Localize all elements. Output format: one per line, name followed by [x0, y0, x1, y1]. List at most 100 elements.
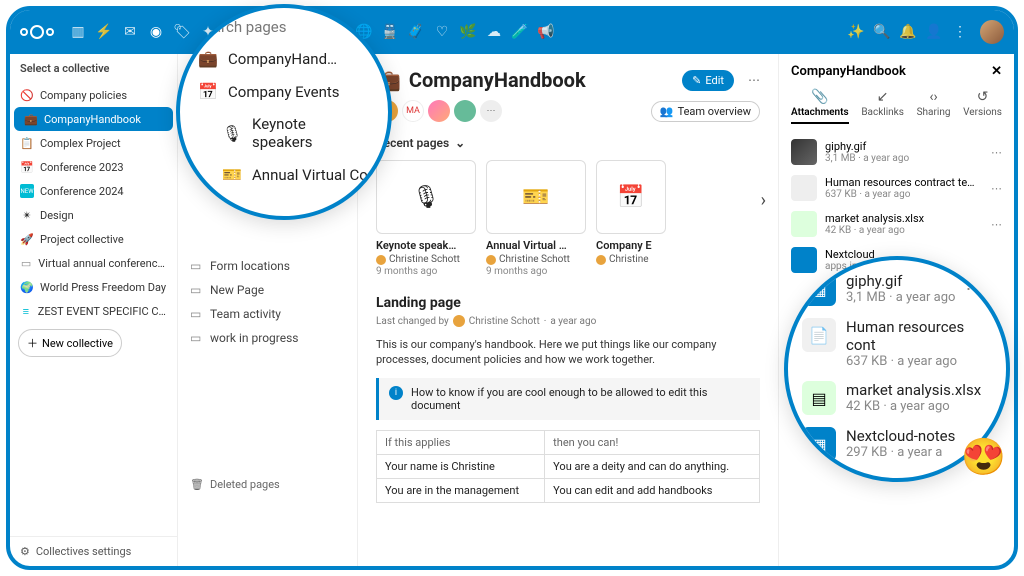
tab-backlinks[interactable]: ↙Backlinks — [861, 89, 904, 124]
landing-page-header: Landing page — [376, 295, 760, 311]
collectives-sidebar: Select a collective 🚫Company policies 💼C… — [10, 54, 178, 566]
collectives-settings[interactable]: ⚙Collectives settings — [10, 536, 177, 566]
bolt-icon[interactable]: ⚡ — [94, 22, 114, 42]
attachment-item[interactable]: ▤ market analysis.xlsx42 KB · a year ago — [788, 375, 1006, 421]
avatar-icon — [453, 315, 465, 327]
sparkle-icon: ✴ — [20, 208, 34, 222]
history-icon: ↺ — [977, 89, 989, 105]
collective-item[interactable]: NEWConference 2024 — [10, 179, 177, 203]
page-menu-icon[interactable]: ⋯ — [748, 73, 760, 87]
trash-icon: 🗑 — [190, 478, 204, 491]
collective-item-active[interactable]: 💼CompanyHandbook — [14, 107, 173, 131]
calendar-icon: 📅 — [20, 160, 34, 174]
team-icon: 👥 — [660, 105, 674, 118]
pencil-icon: ✎ — [692, 74, 701, 87]
collective-item[interactable]: 🚀Project collective — [10, 227, 177, 251]
paperclip-icon: 📎 — [811, 89, 828, 105]
tree-item[interactable]: 💼CompanyHand… — [180, 42, 388, 75]
collective-item[interactable]: ▭Virtual annual conference int… — [10, 251, 177, 275]
menu-icon: ≡ — [20, 304, 32, 318]
ticket-icon: 🎫 — [522, 185, 549, 210]
more-avatars-icon[interactable]: ⋯ — [480, 100, 502, 122]
avatar[interactable] — [454, 100, 476, 122]
panel-title: CompanyHandbook — [791, 64, 906, 79]
collective-item[interactable]: 📋Complex Project — [10, 131, 177, 155]
avatar[interactable]: MA — [402, 100, 424, 122]
collective-item[interactable]: ≡ZEST EVENT SPECIFIC COLLE… — [10, 299, 177, 323]
new-collective-button[interactable]: ＋New collective — [18, 329, 122, 357]
tree-item[interactable]: 🎙Keynote speakers — [180, 108, 388, 158]
more-icon[interactable]: ⋯ — [991, 182, 1002, 195]
lab-icon[interactable]: 🧪 — [510, 22, 530, 42]
tab-sharing[interactable]: ‹›Sharing — [917, 89, 951, 124]
info-icon: i — [389, 386, 403, 400]
recent-page-card[interactable]: 🎫 Annual Virtual … Christine Schott 9 mo… — [486, 160, 586, 277]
bell-icon[interactable]: 🔔 — [898, 22, 918, 42]
avatar[interactable] — [428, 100, 450, 122]
tree-item[interactable]: ▭New Page — [178, 278, 357, 302]
microphone-icon: 🎙 — [412, 185, 440, 210]
user-avatar[interactable] — [980, 20, 1004, 44]
ticket-icon: 🎫 — [222, 165, 242, 184]
briefcase-icon[interactable]: 🧳 — [406, 22, 426, 42]
recent-pages-header[interactable]: Recent pages⌄ — [376, 136, 760, 150]
tab-attachments[interactable]: 📎Attachments — [791, 89, 849, 124]
magnifier-overlay: Search pages 💼CompanyHand… 📅Company Even… — [176, 4, 392, 220]
page-body-text: This is our company's handbook. Here we … — [376, 337, 760, 368]
collective-item[interactable]: ✴Design — [10, 203, 177, 227]
microphone-icon: 🎙 — [222, 124, 242, 143]
close-icon[interactable]: ✕ — [991, 64, 1002, 79]
table-row: You are in the managementYou can edit an… — [377, 478, 760, 502]
table-row: Your name is ChristineYou are a deity an… — [377, 454, 760, 478]
recent-page-card[interactable]: 📅 Company E Christine — [596, 160, 666, 277]
tree-item[interactable]: ▭Form locations — [178, 254, 357, 278]
contacts-icon[interactable]: 👤 — [924, 22, 944, 42]
collective-item[interactable]: 🌍World Press Freedom Day — [10, 275, 177, 299]
tree-item[interactable]: ▭Team activity — [178, 302, 357, 326]
table-header: then you can! — [545, 430, 760, 454]
page-title: 💼CompanyHandbook — [376, 68, 586, 92]
rocket-icon: 🚀 — [20, 232, 34, 246]
apps-icon[interactable]: ⋮ — [950, 22, 970, 42]
backlink-icon: ↙ — [877, 89, 889, 105]
clipboard-icon: 📋 — [20, 136, 34, 150]
mail-icon[interactable]: ✉ — [120, 22, 140, 42]
rules-table: If this appliesthen you can! Your name i… — [376, 430, 760, 503]
collectives-icon[interactable]: ◉ — [146, 22, 166, 42]
sparkle-icon[interactable]: ✨ — [846, 22, 866, 42]
more-icon[interactable]: ⋯ — [991, 218, 1002, 231]
collective-item[interactable]: 📅Conference 2023 — [10, 155, 177, 179]
top-bar: ▥ ⚡ ✉ ◉ 🏷 ✦ ≡ ✓ ⊞ 🔗 📍 🌐 🚆 🧳 ♡ 🌿 ☁ 🧪 📢 ✨ … — [10, 10, 1014, 54]
more-icon[interactable]: ⋯ — [991, 146, 1002, 159]
heart-icon[interactable]: ♡ — [432, 22, 452, 42]
attachment-item[interactable]: 📄 Human resources cont637 KB · a year ag… — [788, 312, 1006, 375]
new-badge-icon: NEW — [20, 184, 34, 198]
recent-page-card[interactable]: 🎙 Keynote speak… Christine Schott 9 mont… — [376, 160, 476, 277]
team-overview-button[interactable]: 👥Team overview — [651, 101, 760, 122]
briefcase-icon: 💼 — [198, 49, 218, 68]
train-icon[interactable]: 🚆 — [380, 22, 400, 42]
file-thumb-icon: 📄 — [802, 318, 836, 352]
app-logo[interactable] — [20, 25, 54, 39]
globe-icon: 🌍 — [20, 280, 34, 294]
tags-icon[interactable]: 🏷 — [172, 22, 192, 42]
edit-button[interactable]: ✎Edit — [682, 70, 734, 91]
tree-item[interactable]: ▭work in progress — [178, 326, 357, 350]
page-icon: ▭ — [190, 283, 204, 297]
chevron-right-icon[interactable]: › — [761, 190, 766, 211]
attachment-item[interactable]: giphy.gif3,1 MB · a year ago ⋯ — [791, 134, 1002, 170]
collective-item[interactable]: 🚫Company policies — [10, 83, 177, 107]
search-icon[interactable]: 🔍 — [872, 22, 892, 42]
dashboard-icon[interactable]: ▥ — [68, 22, 88, 42]
attachment-item[interactable]: market analysis.xlsx42 KB · a year ago ⋯ — [791, 206, 1002, 242]
tree-item[interactable]: 📅Company Events — [180, 75, 388, 108]
megaphone-icon[interactable]: 📢 — [536, 22, 556, 42]
tree-item[interactable]: 🎫Annual Virtual Co — [180, 158, 388, 191]
attachment-item[interactable]: Human resources contract template.pdf637… — [791, 170, 1002, 206]
tab-versions[interactable]: ↺Versions — [963, 89, 1002, 124]
plus-icon: ＋ — [27, 335, 38, 351]
plant-icon[interactable]: 🌿 — [458, 22, 478, 42]
deleted-pages[interactable]: 🗑Deleted pages — [178, 470, 357, 499]
sidebar-header: Select a collective — [10, 54, 177, 83]
cloud-icon[interactable]: ☁ — [484, 22, 504, 42]
